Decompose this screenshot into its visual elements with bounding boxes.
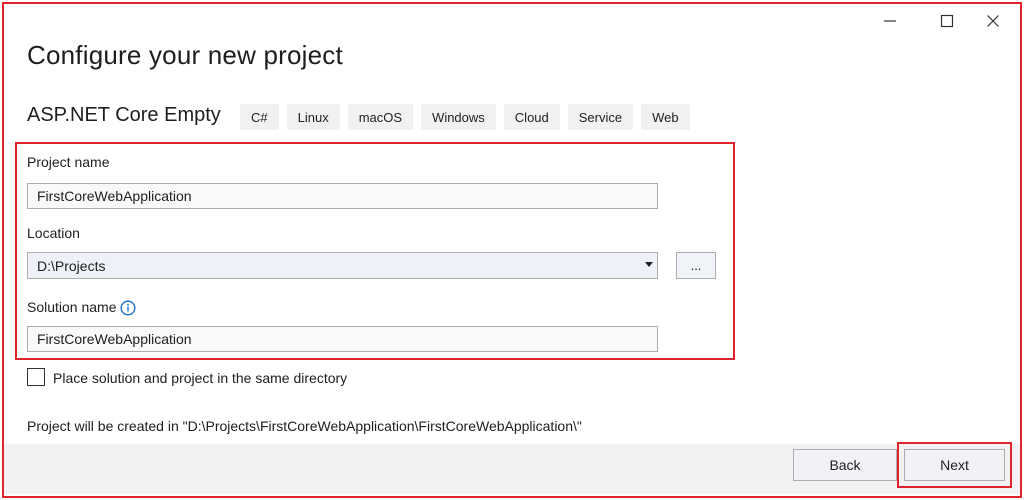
- outer-highlight: [2, 2, 1022, 498]
